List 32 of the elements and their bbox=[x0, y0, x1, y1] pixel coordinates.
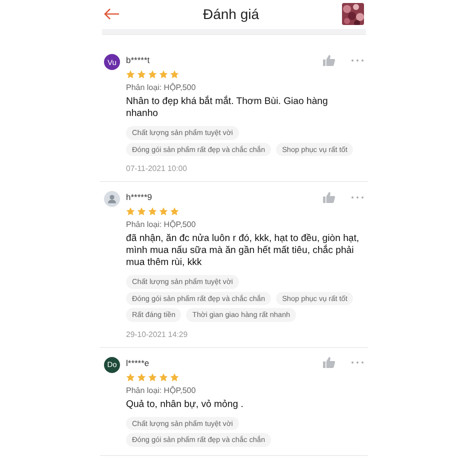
thumbs-up-icon[interactable] bbox=[323, 357, 335, 368]
username: b*****t bbox=[126, 55, 151, 65]
star-icon bbox=[126, 372, 135, 382]
product-variant: Phân loại: HỘP,500 bbox=[126, 386, 197, 394]
username: h*****9 bbox=[126, 192, 153, 202]
username: l*****e bbox=[126, 358, 150, 368]
star-icon bbox=[170, 207, 179, 216]
review-text: đã nhận, ăn đc nửa luôn r đó, kkk, hạt to đều, giòn hạt, mình mua nấu sữa mà ăn gần hết mất tiêu, chắc phải mua thêm rùi, kkk bbox=[126, 233, 360, 269]
star-icon bbox=[148, 70, 157, 79]
page-title: Đánh giá bbox=[202, 6, 260, 22]
thumbs-up-icon[interactable] bbox=[323, 54, 335, 66]
star-icon bbox=[137, 70, 146, 79]
product-variant: Phân loại: HỘP,500 bbox=[126, 220, 197, 229]
back-icon[interactable] bbox=[104, 8, 120, 20]
more-icon[interactable] bbox=[351, 361, 364, 364]
more-icon[interactable] bbox=[351, 196, 364, 198]
product-variant: Phân loại: HỘP,500 bbox=[126, 83, 197, 92]
star-icon bbox=[137, 372, 146, 382]
star-icon bbox=[148, 372, 157, 382]
star-icon bbox=[170, 372, 179, 382]
review-text: Nhân to đẹp khá bắt mắt. Thơm Bùi. Giao hàng nhanho bbox=[126, 96, 329, 120]
thumbs-up-icon[interactable] bbox=[323, 192, 335, 202]
more-icon[interactable] bbox=[351, 58, 364, 62]
star-icon bbox=[159, 70, 168, 79]
star-icon bbox=[126, 207, 135, 216]
star-icon bbox=[170, 70, 179, 79]
star-icon bbox=[159, 207, 168, 216]
star-icon bbox=[148, 207, 157, 216]
star-icon bbox=[126, 70, 135, 79]
star-icon bbox=[137, 207, 146, 216]
review-text: Quả to, nhân bự, vỏ mỏng . bbox=[126, 398, 244, 410]
star-icon bbox=[159, 372, 168, 382]
